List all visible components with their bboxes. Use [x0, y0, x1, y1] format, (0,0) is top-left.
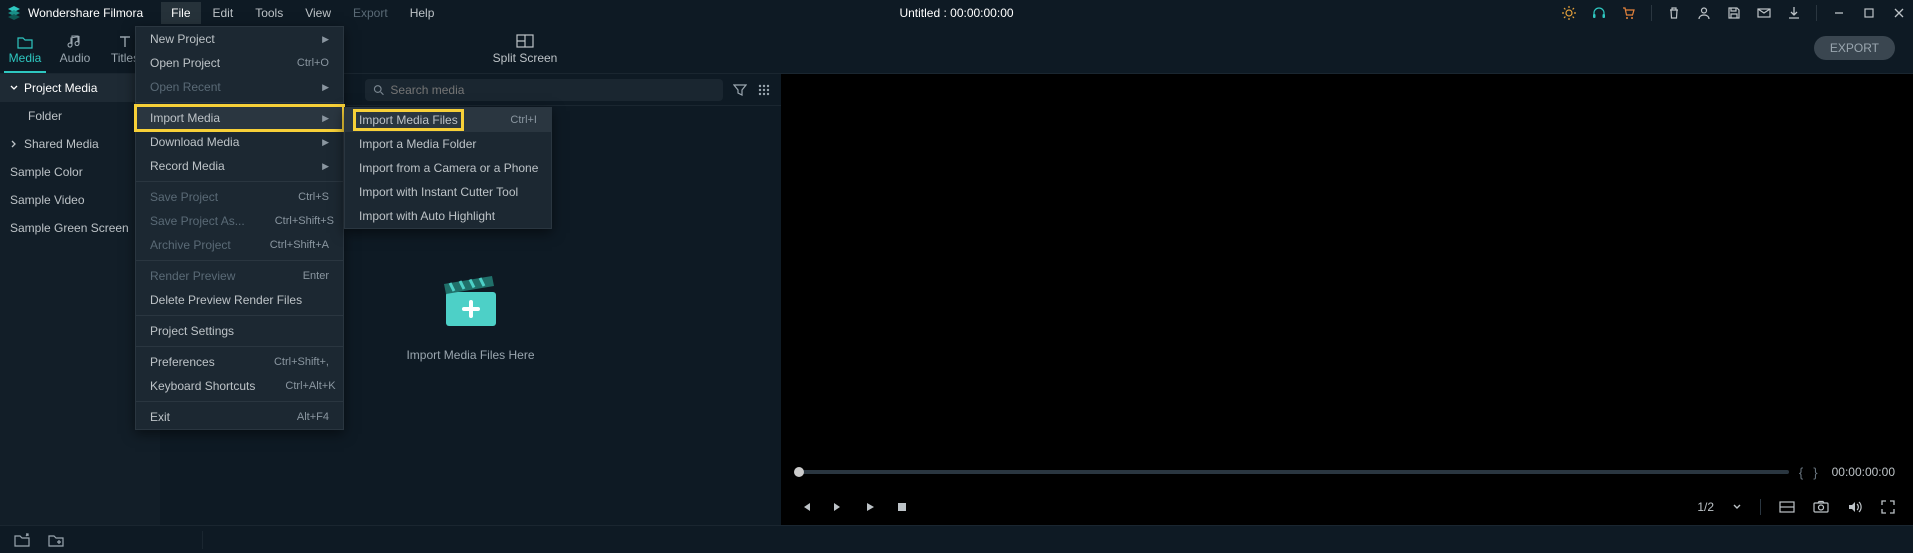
chevron-down-icon[interactable]	[1732, 502, 1742, 512]
menu-keyboard-shortcuts[interactable]: Keyboard ShortcutsCtrl+Alt+K	[136, 374, 343, 398]
media-dropzone-text: Import Media Files Here	[406, 348, 534, 362]
play-icon[interactable]	[863, 500, 877, 514]
export-button[interactable]: EXPORT	[1814, 36, 1895, 60]
save-icon[interactable]	[1726, 5, 1742, 21]
filter-icon[interactable]	[733, 83, 747, 97]
menu-open-project[interactable]: Open ProjectCtrl+O	[136, 51, 343, 75]
quality-icon[interactable]	[1779, 500, 1795, 514]
menu-edit[interactable]: Edit	[203, 2, 244, 24]
preview-pagination: 1/2	[1697, 500, 1714, 514]
preview-canvas	[781, 74, 1913, 455]
chevron-down-icon	[10, 84, 18, 92]
separator	[1816, 5, 1817, 21]
app-logo-icon	[6, 5, 22, 21]
menu-save-project[interactable]: Save ProjectCtrl+S	[136, 185, 343, 209]
menu-import-media[interactable]: Import Media▶	[136, 106, 343, 130]
menu-file[interactable]: File	[161, 2, 200, 24]
menu-render-preview[interactable]: Render PreviewEnter	[136, 264, 343, 288]
close-icon[interactable]	[1891, 5, 1907, 21]
cart-icon[interactable]	[1621, 5, 1637, 21]
search-input[interactable]	[390, 83, 715, 97]
separator	[202, 531, 203, 549]
menu-separator	[136, 346, 343, 347]
menu-open-recent[interactable]: Open Recent▶	[136, 75, 343, 99]
chevron-right-icon	[10, 140, 18, 148]
preview-controls: 1/2	[781, 489, 1913, 525]
mail-icon[interactable]	[1756, 5, 1772, 21]
tab-split-screen[interactable]: Split Screen	[485, 26, 565, 73]
sidebar-label: Sample Green Screen	[10, 221, 129, 235]
next-frame-icon[interactable]	[831, 500, 845, 514]
bulb-icon[interactable]	[1561, 5, 1577, 21]
submenu-import-camera[interactable]: Import from a Camera or a Phone	[345, 156, 551, 180]
menu-separator	[136, 102, 343, 103]
menu-separator	[136, 260, 343, 261]
minimize-icon[interactable]	[1831, 5, 1847, 21]
separator	[1651, 5, 1652, 21]
search-icon	[373, 84, 384, 96]
tab-audio-label: Audio	[60, 51, 91, 65]
sidebar-label: Folder	[28, 109, 62, 123]
sidebar-label: Sample Video	[10, 193, 85, 207]
tab-split-label: Split Screen	[493, 51, 558, 65]
tab-media-label: Media	[9, 51, 42, 65]
add-folder-icon[interactable]	[48, 533, 64, 547]
user-icon[interactable]	[1696, 5, 1712, 21]
maximize-icon[interactable]	[1861, 5, 1877, 21]
menu-separator	[136, 181, 343, 182]
preview-timeline: { } 00:00:00:00	[781, 455, 1913, 489]
menu-project-settings[interactable]: Project Settings	[136, 319, 343, 343]
menu-delete-render[interactable]: Delete Preview Render Files	[136, 288, 343, 312]
tab-media[interactable]: Media	[0, 26, 50, 73]
title-center: Untitled : 00:00:00:00	[899, 6, 1013, 20]
sidebar-label: Shared Media	[24, 137, 99, 151]
menu-separator	[136, 401, 343, 402]
menu-tools[interactable]: Tools	[245, 2, 293, 24]
trash-icon[interactable]	[1666, 5, 1682, 21]
fullscreen-icon[interactable]	[1881, 500, 1895, 514]
menu-help[interactable]: Help	[400, 2, 445, 24]
file-menu: New Project▶ Open ProjectCtrl+O Open Rec…	[135, 26, 344, 430]
menu-preferences[interactable]: PreferencesCtrl+Shift+,	[136, 350, 343, 374]
grid-view-icon[interactable]	[757, 83, 771, 97]
clapperboard-icon	[436, 270, 506, 330]
submenu-import-auto[interactable]: Import with Auto Highlight	[345, 204, 551, 228]
mark-in-icon[interactable]: {	[1799, 465, 1803, 480]
prev-frame-icon[interactable]	[799, 500, 813, 514]
preview-panel: { } 00:00:00:00 1/2	[781, 74, 1913, 525]
menu-export[interactable]: Export	[343, 2, 398, 24]
add-folder-out-icon[interactable]	[14, 533, 30, 547]
tab-audio[interactable]: Audio	[50, 26, 100, 73]
separator	[1760, 499, 1761, 515]
mark-out-icon[interactable]: }	[1813, 465, 1817, 480]
title-right	[1561, 5, 1907, 21]
volume-icon[interactable]	[1847, 500, 1863, 514]
app-name: Wondershare Filmora	[28, 6, 143, 20]
sidebar-label: Sample Color	[10, 165, 83, 179]
submenu-import-cutter[interactable]: Import with Instant Cutter Tool	[345, 180, 551, 204]
menu-exit[interactable]: ExitAlt+F4	[136, 405, 343, 429]
menu-separator	[136, 315, 343, 316]
menu-view[interactable]: View	[295, 2, 341, 24]
bottombar	[0, 525, 1913, 553]
menu-new-project[interactable]: New Project▶	[136, 27, 343, 51]
preview-scrubber[interactable]	[799, 470, 1789, 474]
menubar: File Edit Tools View Export Help	[161, 2, 444, 24]
stop-icon[interactable]	[895, 500, 909, 514]
import-media-submenu: Import Media Files Ctrl+I Import a Media…	[344, 107, 552, 229]
snapshot-icon[interactable]	[1813, 500, 1829, 514]
menu-download-media[interactable]: Download Media▶	[136, 130, 343, 154]
search-input-wrap[interactable]	[365, 79, 723, 101]
submenu-import-folder[interactable]: Import a Media Folder	[345, 132, 551, 156]
menu-record-media[interactable]: Record Media▶	[136, 154, 343, 178]
submenu-import-files[interactable]: Import Media Files Ctrl+I	[345, 108, 551, 132]
preview-timecode: 00:00:00:00	[1832, 465, 1895, 479]
sidebar-label: Project Media	[24, 81, 97, 95]
menu-archive[interactable]: Archive ProjectCtrl+Shift+A	[136, 233, 343, 257]
menu-save-as[interactable]: Save Project As...Ctrl+Shift+S	[136, 209, 343, 233]
titlebar: Wondershare Filmora File Edit Tools View…	[0, 0, 1913, 26]
scrubber-handle-icon[interactable]	[794, 467, 804, 477]
headphones-icon[interactable]	[1591, 5, 1607, 21]
download-icon[interactable]	[1786, 5, 1802, 21]
